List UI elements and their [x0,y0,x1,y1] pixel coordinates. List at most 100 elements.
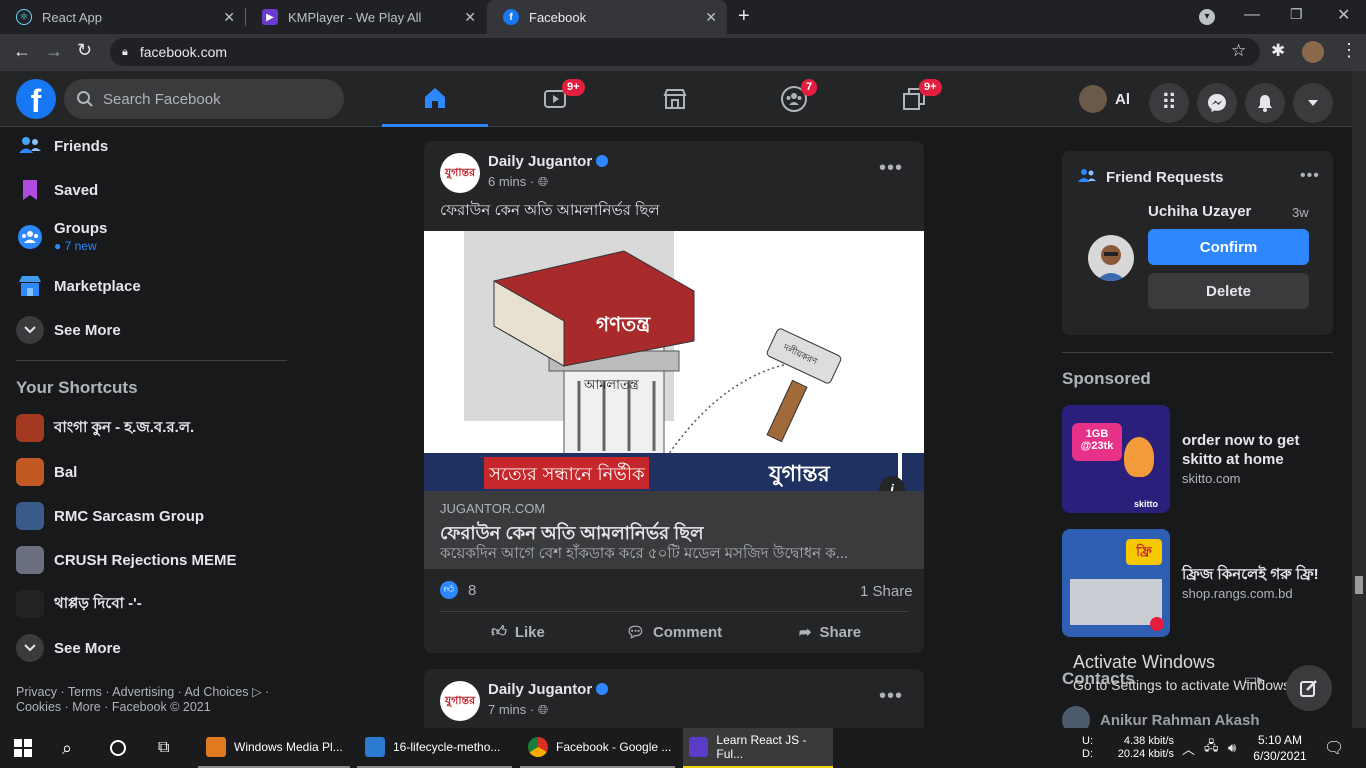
nav-home[interactable] [382,71,488,127]
post-time[interactable]: 7 mins · 🌐︎ [488,702,548,718]
tab-facebook[interactable]: f Facebook ✕ [487,0,727,34]
post-time[interactable]: 6 mins · 🌐︎ [488,174,548,190]
post-author[interactable]: Daily Jugantor [488,681,609,698]
close-tab-icon[interactable]: ✕ [464,9,476,26]
link-preview[interactable]: JUGANTOR.COM ফেরাউন কেন অতি আমলানির্ভর ছ… [424,491,924,569]
scrollbar-thumb[interactable] [1355,576,1363,594]
page-avatar[interactable]: যুগান্তর [440,681,480,721]
shortcut-item[interactable]: RMC Sarcasm Group [16,502,204,530]
tray-chevron-up-icon[interactable]: ︿ [1182,728,1195,768]
clock-date: 6/30/2021 [1253,749,1307,763]
shortcut-item[interactable]: Bal [16,458,77,486]
net-speed-labels: U: D: [1082,735,1093,761]
post-author[interactable]: Daily Jugantor [488,153,609,170]
close-tab-icon[interactable]: ✕ [705,9,717,26]
sidebar-divider [16,360,287,361]
footer-links[interactable]: Privacy · Terms · Advertising · Ad Choic… [16,684,269,699]
notifications-button[interactable] [1245,83,1285,123]
network-icon[interactable]: 🖧︎ [1204,728,1219,768]
minimize-button[interactable]: — [1244,6,1260,24]
menu-grid-icon[interactable]: ⠿ [1149,83,1189,123]
profile-avatar[interactable] [1302,41,1324,63]
sidebar-item-groups[interactable]: Groups ● 7 new [16,220,107,253]
close-window-button[interactable]: ✕ [1337,5,1350,25]
new-message-button[interactable] [1286,665,1332,711]
upload-speed: 4.38 kbit/s [1123,735,1174,747]
sidebar-item-label: See More [54,321,121,339]
sidebar-item-marketplace[interactable]: Marketplace [16,272,141,300]
shortcut-item[interactable]: বাংগা কুন - হ.জ.ব.র.ল. [16,414,194,442]
like-icon: 👍︎ [491,623,507,640]
browser-menu-icon[interactable]: ⋮ [1340,40,1358,61]
shortcut-item[interactable]: থাপ্পড় দিবো -'- [16,590,142,618]
facebook-logo[interactable]: f [16,79,56,119]
share-button[interactable]: ➦ Share [752,615,908,649]
share-count[interactable]: 1 Share [860,583,913,600]
delete-button[interactable]: Delete [1148,273,1309,309]
search-box[interactable]: Search Facebook [64,79,344,119]
nav-watch[interactable]: 9+ [502,71,608,127]
media-player-icon [206,737,226,757]
like-button[interactable]: 👍︎ Like [440,615,596,649]
address-bar: ← → ↻ 🔒︎ facebook.com ☆ ✱ ⋮ [0,34,1366,71]
comment-button[interactable]: 💬︎ Comment [596,615,752,649]
taskbar-app-kmplayer[interactable]: Learn React JS - Ful... [683,728,833,768]
volume-icon[interactable]: 🔊︎ [1228,728,1236,768]
account-dropdown[interactable] [1293,83,1333,123]
requester-name[interactable]: Uchiha Uzayer [1148,203,1251,220]
confirm-button[interactable]: Confirm [1148,229,1309,265]
tab-search-icon[interactable]: ▾ [1199,9,1215,25]
shortcuts-see-more[interactable]: See More [16,634,121,662]
ad-image: 1GB @23tk skitto [1062,405,1170,513]
requester-avatar[interactable] [1088,235,1134,281]
new-tab-button[interactable]: + [738,5,750,28]
sponsored-ad[interactable]: 1GB @23tk skitto order now to get skitto… [1062,405,1352,513]
clock[interactable]: 5:10 AM 6/30/2021 [1252,732,1308,764]
gaming-badge: 9+ [919,79,942,96]
react-icon: ⚛ [16,9,32,25]
taskbar-app-media-player[interactable]: Windows Media Pl... [198,728,350,768]
cortana-icon[interactable] [110,728,126,768]
task-view-icon[interactable]: ⧉ [158,728,169,768]
taskbar-app-chrome[interactable]: Facebook - Google ... [520,728,675,768]
messenger-button[interactable] [1197,83,1237,123]
bookmark-star-icon[interactable]: ☆ [1231,41,1246,61]
back-icon[interactable]: ← [13,41,31,62]
url-field[interactable]: 🔒︎ facebook.com [110,38,1260,66]
shortcut-label: বাংগা কুন - হ.জ.ব.র.ল. [54,418,195,436]
extensions-icon[interactable]: ✱ [1271,41,1285,61]
profile-chip[interactable]: Al [1079,83,1130,115]
nav-marketplace[interactable] [622,71,728,127]
forward-icon[interactable]: → [45,41,63,62]
post-image[interactable]: গণতন্ত্র আমলাতন্ত্র দলীয়করণ সত্যের সন্ধ… [424,231,924,502]
sidebar-see-more[interactable]: See More [16,316,121,344]
sidebar-item-friends[interactable]: Friends [16,132,108,160]
tab-react-app[interactable]: ⚛ React App ✕ [0,0,245,34]
footer-links-2[interactable]: Cookies · More · Facebook © 2021 [16,700,211,714]
taskbar-app-vscode[interactable]: 16-lifecycle-metho... [357,728,512,768]
reload-icon[interactable]: ↻ [77,40,92,61]
start-button[interactable] [14,728,32,768]
facebook-header: f Search Facebook 9+ 7 9+ Al ⠿ [0,71,1352,127]
banner-logo: যুগান্তর [768,461,831,488]
close-tab-icon[interactable]: ✕ [223,9,235,26]
share-icon: ➦ [798,624,812,641]
post-options-icon[interactable]: ••• [879,685,903,708]
friend-requests-title: Friend Requests [1106,168,1224,186]
like-label: Like [514,623,545,641]
nav-gaming[interactable]: 9+ [861,71,967,127]
shortcut-item[interactable]: CRUSH Rejections MEME [16,546,237,574]
friend-requests-options-icon[interactable]: ••• [1300,167,1320,185]
sidebar-item-saved[interactable]: Saved [16,176,98,204]
reactions[interactable]: 👍︎ 8 [440,581,476,599]
restore-button[interactable]: ❐ [1290,6,1303,23]
logo-text: যুগান্তর [444,166,476,179]
action-center-icon[interactable]: 🗨︎ [1324,728,1344,768]
nav-groups[interactable]: 7 [741,71,847,127]
page-scrollbar[interactable] [1352,71,1366,728]
tab-kmplayer[interactable]: ▶ KMPlayer - We Play All ✕ [246,0,486,34]
page-avatar[interactable]: যুগান্তর [440,153,480,193]
taskbar-search-icon[interactable]: ⌕ [62,728,72,768]
post-options-icon[interactable]: ••• [879,157,903,180]
sponsored-ad[interactable]: ফ্রি ফ্রিজ কিনলেই গরু ফ্রি! shop.rangs.c… [1062,529,1352,637]
